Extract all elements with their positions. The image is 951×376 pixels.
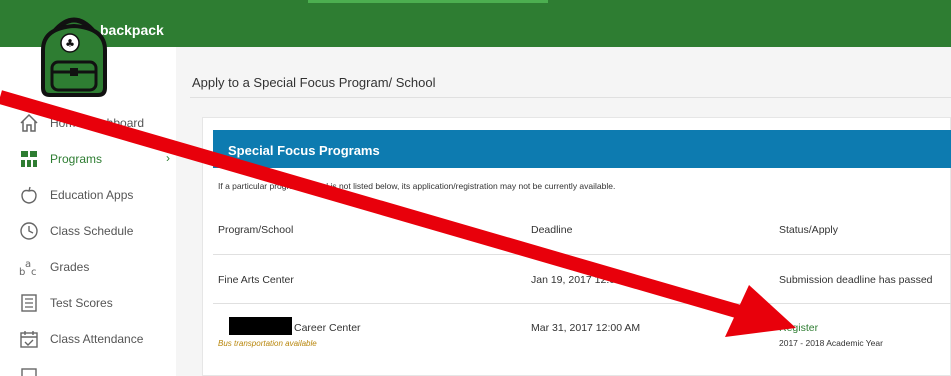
program-name: Career Center bbox=[294, 322, 361, 334]
deadline-value: Jan 19, 2017 12:00 AM bbox=[531, 274, 639, 286]
sidebar-item-label: Class Schedule bbox=[50, 224, 134, 238]
svg-text:c: c bbox=[31, 267, 37, 277]
sidebar-item-programs[interactable]: Programs › bbox=[0, 141, 176, 177]
page-title: Apply to a Special Focus Program/ School bbox=[192, 75, 436, 90]
document-icon bbox=[18, 364, 40, 376]
sidebar-item-grades[interactable]: bac Grades bbox=[0, 249, 176, 285]
row-divider bbox=[213, 254, 951, 255]
title-divider bbox=[190, 97, 951, 98]
academic-year: 2017 - 2018 Academic Year bbox=[779, 338, 883, 348]
test-icon bbox=[18, 292, 40, 314]
register-link[interactable]: Register bbox=[779, 322, 818, 334]
chevron-right-icon: › bbox=[166, 151, 170, 165]
column-header-status: Status/Apply bbox=[779, 224, 838, 236]
programs-icon bbox=[18, 148, 40, 170]
sidebar-item-label: Programs bbox=[50, 152, 103, 166]
calendar-icon bbox=[18, 328, 40, 350]
sidebar-item-home[interactable]: Home/Dashboard bbox=[0, 105, 176, 141]
row-divider bbox=[213, 303, 951, 304]
home-icon bbox=[18, 112, 40, 134]
program-name: Fine Arts Center bbox=[218, 274, 294, 286]
sidebar-item-test-scores[interactable]: Test Scores bbox=[0, 285, 176, 321]
svg-text:♣: ♣ bbox=[65, 37, 75, 50]
main-content: Apply to a Special Focus Program/ School… bbox=[176, 47, 951, 376]
availability-note: If a particular program/school is not li… bbox=[218, 181, 616, 191]
apple-icon bbox=[18, 184, 40, 206]
bus-transportation-note: Bus transportation available bbox=[218, 339, 317, 348]
column-header-deadline: Deadline bbox=[531, 224, 573, 236]
programs-card: Special Focus Programs If a particular p… bbox=[202, 117, 951, 376]
sidebar-item-label: Home/Dashboard bbox=[50, 116, 145, 130]
sidebar-item-label: Grades bbox=[50, 260, 90, 274]
card-header-title: Special Focus Programs bbox=[228, 143, 380, 158]
abc-icon: bac bbox=[18, 256, 40, 278]
sidebar-item-class-attendance[interactable]: Class Attendance bbox=[0, 321, 176, 357]
column-header-program: Program/School bbox=[218, 224, 294, 236]
top-bar: backpack bbox=[0, 0, 951, 47]
status-value: Submission deadline has passed bbox=[779, 274, 933, 286]
sidebar-item-class-schedule[interactable]: Class Schedule bbox=[0, 213, 176, 249]
sidebar-item-education-apps[interactable]: Education Apps bbox=[0, 177, 176, 213]
sidebar-item-label: Test Scores bbox=[50, 296, 113, 310]
card-header: Special Focus Programs bbox=[213, 130, 951, 168]
backpack-logo[interactable]: ♣ bbox=[30, 10, 118, 98]
top-bar-highlight bbox=[308, 0, 548, 3]
deadline-value: Mar 31, 2017 12:00 AM bbox=[531, 322, 641, 334]
sidebar-item-label: Class Attendance bbox=[50, 332, 144, 346]
redaction-box bbox=[229, 317, 292, 335]
sidebar-item-partial[interactable] bbox=[0, 357, 176, 376]
sidebar-item-label: Education Apps bbox=[50, 188, 134, 202]
clock-icon bbox=[18, 220, 40, 242]
